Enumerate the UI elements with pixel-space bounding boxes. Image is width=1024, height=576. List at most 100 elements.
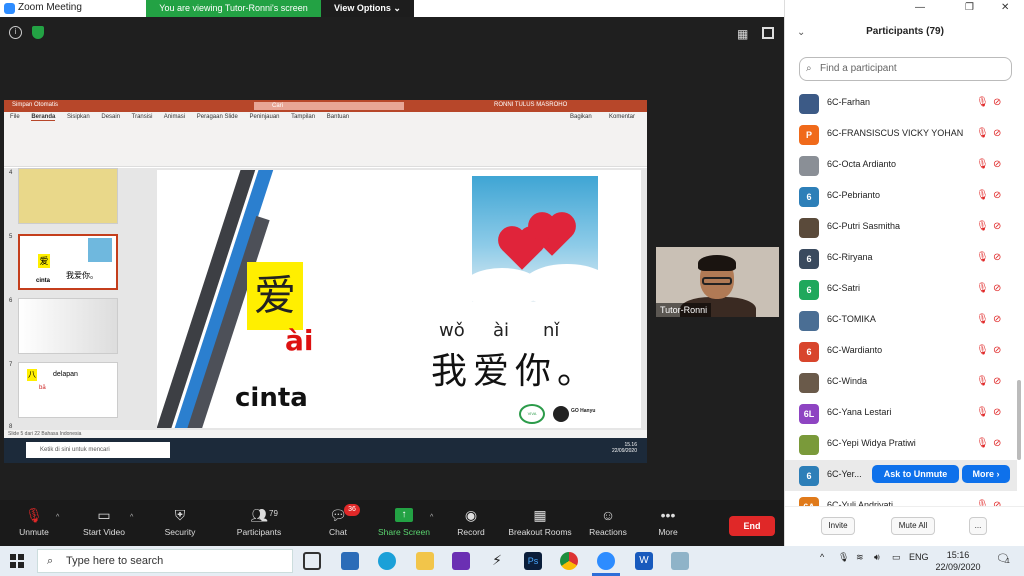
start-video-button[interactable]: ▭ Start Video ^: [64, 506, 144, 537]
participant-scrollbar[interactable]: [1017, 380, 1021, 460]
encryption-shield-icon[interactable]: [32, 26, 44, 39]
participant-row[interactable]: 6 6C-Wardianto 🎙︎ ⊘: [785, 336, 1017, 367]
participant-row[interactable]: 6C-TOMIKA 🎙︎ ⊘: [785, 305, 1017, 336]
ppt-tab[interactable]: Peragaan Slide: [197, 114, 238, 120]
close-icon[interactable]: ✕: [1001, 2, 1009, 13]
more-options-button[interactable]: ...: [969, 517, 987, 535]
slide-thumb-5[interactable]: 爱 我爱你。 cinta: [18, 234, 118, 290]
participant-row[interactable]: 6L 6C-Yana Lestari 🎙︎ ⊘: [785, 398, 1017, 429]
autosave-label[interactable]: Simpan Otomatis: [12, 102, 58, 108]
gallery-grid-icon[interactable]: ▦: [737, 28, 749, 40]
ppt-tab[interactable]: Animasi: [164, 114, 185, 120]
pinyin-ni: nǐ: [543, 320, 560, 341]
participant-row[interactable]: 6C-Putri Sasmitha 🎙︎ ⊘: [785, 212, 1017, 243]
end-meeting-button[interactable]: End: [729, 516, 775, 536]
mail-icon[interactable]: [341, 552, 359, 570]
participant-row[interactable]: 6 6C-Yer... Ask to Unmute More ›: [785, 460, 1017, 491]
thumb-number: 4: [9, 170, 13, 176]
maximize-icon[interactable]: ❐: [965, 2, 974, 13]
participant-count: 79: [269, 509, 278, 518]
participant-row[interactable]: 6C-Octa Ardianto 🎙︎ ⊘: [785, 150, 1017, 181]
pinyin-ai: ài: [493, 320, 510, 341]
ppt-tab[interactable]: Peninjauan: [249, 114, 279, 120]
mic-muted-icon: 🎙︎: [976, 376, 989, 387]
app-icon[interactable]: [671, 552, 689, 570]
participant-row[interactable]: 6C-Yepi Widya Pratiwi 🎙︎ ⊘: [785, 429, 1017, 460]
taskbar-search-input[interactable]: ⌕ Type here to search: [37, 549, 293, 573]
invite-button[interactable]: Invite: [821, 517, 855, 535]
viewing-banner: You are viewing Tutor-Ronni's screen Vie…: [146, 0, 414, 17]
security-button[interactable]: ⛨ Security: [140, 506, 220, 537]
language-indicator[interactable]: ENG: [909, 552, 929, 562]
chrome-icon[interactable]: [560, 552, 578, 570]
participant-row[interactable]: 6 6C-Riryana 🎙︎ ⊘: [785, 243, 1017, 274]
ppt-tab[interactable]: Desain: [101, 114, 120, 120]
mic-muted-icon: 🎙︎: [976, 438, 989, 449]
view-options-button[interactable]: View Options ⌄: [321, 0, 414, 17]
participant-row[interactable]: 6A6C-Yuli Andriyati🎙︎⊘: [785, 491, 1017, 506]
zoom-logo-icon: [4, 3, 15, 14]
pinyin-wo: wǒ: [439, 320, 465, 341]
tray-mic-icon[interactable]: 🎙︎: [838, 552, 849, 563]
ppt-tab[interactable]: File: [10, 114, 20, 120]
participants-button[interactable]: 👥︎ 79 Participants: [219, 506, 299, 537]
ppt-search-input[interactable]: Cari: [254, 102, 404, 110]
participant-name: 6C-Riryana: [827, 252, 873, 262]
ppt-tab[interactable]: Transisi: [132, 114, 153, 120]
zoom-icon[interactable]: [597, 552, 615, 570]
ask-to-unmute-button[interactable]: Ask to Unmute: [872, 465, 959, 483]
taskbar-clock[interactable]: 15:16 22/09/2020: [935, 549, 981, 573]
ppt-tab[interactable]: Beranda: [31, 114, 56, 121]
tray-chevron-icon[interactable]: ^: [820, 552, 824, 562]
info-icon[interactable]: i: [9, 26, 22, 39]
current-slide[interactable]: 爱 ài cinta wǒ ài nǐ 我爱你。 VIVA GO Hanyu: [157, 170, 641, 428]
chevron-up-icon[interactable]: ^: [130, 514, 133, 521]
thumb-number: 6: [9, 298, 13, 304]
participant-search-input[interactable]: ⌕ Find a participant: [799, 57, 1012, 81]
task-view-icon[interactable]: [303, 552, 321, 570]
ppt-tab[interactable]: Bantuan: [327, 114, 349, 120]
video-tile[interactable]: Tutor-Ronni: [656, 247, 779, 317]
more-button[interactable]: ••• More: [628, 506, 708, 537]
participant-row[interactable]: 6C-Farhan 🎙︎ ⊘: [785, 88, 1017, 119]
wifi-icon[interactable]: ≋: [856, 552, 864, 563]
participant-avatar: 6: [799, 280, 819, 300]
participant-row[interactable]: 6 6C-Pebrianto 🎙︎ ⊘: [785, 181, 1017, 212]
participant-row[interactable]: P 6C-FRANSISCUS VICKY YOHAN 🎙︎ ⊘: [785, 119, 1017, 150]
ppt-tab[interactable]: Sisipkan: [67, 114, 90, 120]
unmute-button[interactable]: 🎙︎ Unmute ^: [0, 506, 74, 537]
thumb-number: 5: [9, 234, 13, 240]
lightning-app-icon[interactable]: ⚡︎: [488, 552, 506, 570]
record-button[interactable]: ◉ Record: [431, 506, 511, 537]
ruler-app-icon[interactable]: [452, 552, 470, 570]
participant-name: 6C-TOMIKA: [827, 314, 876, 324]
photoshop-icon[interactable]: Ps: [524, 552, 542, 570]
participant-row[interactable]: 6C-Winda 🎙︎ ⊘: [785, 367, 1017, 398]
people-icon: 👥︎: [250, 507, 268, 523]
chevron-up-icon[interactable]: ^: [56, 514, 59, 521]
participant-row[interactable]: 6 6C-Satri 🎙︎ ⊘: [785, 274, 1017, 305]
ppt-user-name: RONNI TULUS MASROHO: [494, 102, 568, 108]
video-off-icon: ⊘: [993, 97, 1002, 108]
slide-thumb-7[interactable]: 八 delapan bā: [18, 362, 118, 418]
viewing-label: You are viewing Tutor-Ronni's screen: [146, 0, 321, 17]
ppt-tab[interactable]: Tampilan: [291, 114, 315, 120]
chat-unread-badge: 36: [344, 504, 360, 516]
edge-icon[interactable]: [378, 552, 396, 570]
ppt-share-button[interactable]: Bagikan: [570, 112, 592, 122]
participant-more-button[interactable]: More ›: [962, 465, 1010, 483]
record-icon: ◉: [464, 507, 478, 523]
ppt-comment-button[interactable]: Komentar: [609, 112, 635, 122]
mute-all-button[interactable]: Mute All: [891, 517, 935, 535]
word-icon[interactable]: W: [635, 552, 653, 570]
battery-icon[interactable]: ▭: [892, 552, 901, 563]
speaker-icon[interactable]: 🔊︎: [874, 552, 880, 563]
minimize-icon[interactable]: —: [915, 2, 925, 13]
file-explorer-icon[interactable]: [416, 552, 434, 570]
thumb7-title: delapan: [53, 371, 78, 378]
fullscreen-icon[interactable]: [762, 27, 774, 39]
slide-thumb-4[interactable]: [18, 168, 118, 224]
remote-taskbar-search[interactable]: Ketik di sini untuk mencari: [26, 442, 170, 458]
windows-start-icon[interactable]: [10, 554, 24, 568]
slide-thumb-6[interactable]: [18, 298, 118, 354]
